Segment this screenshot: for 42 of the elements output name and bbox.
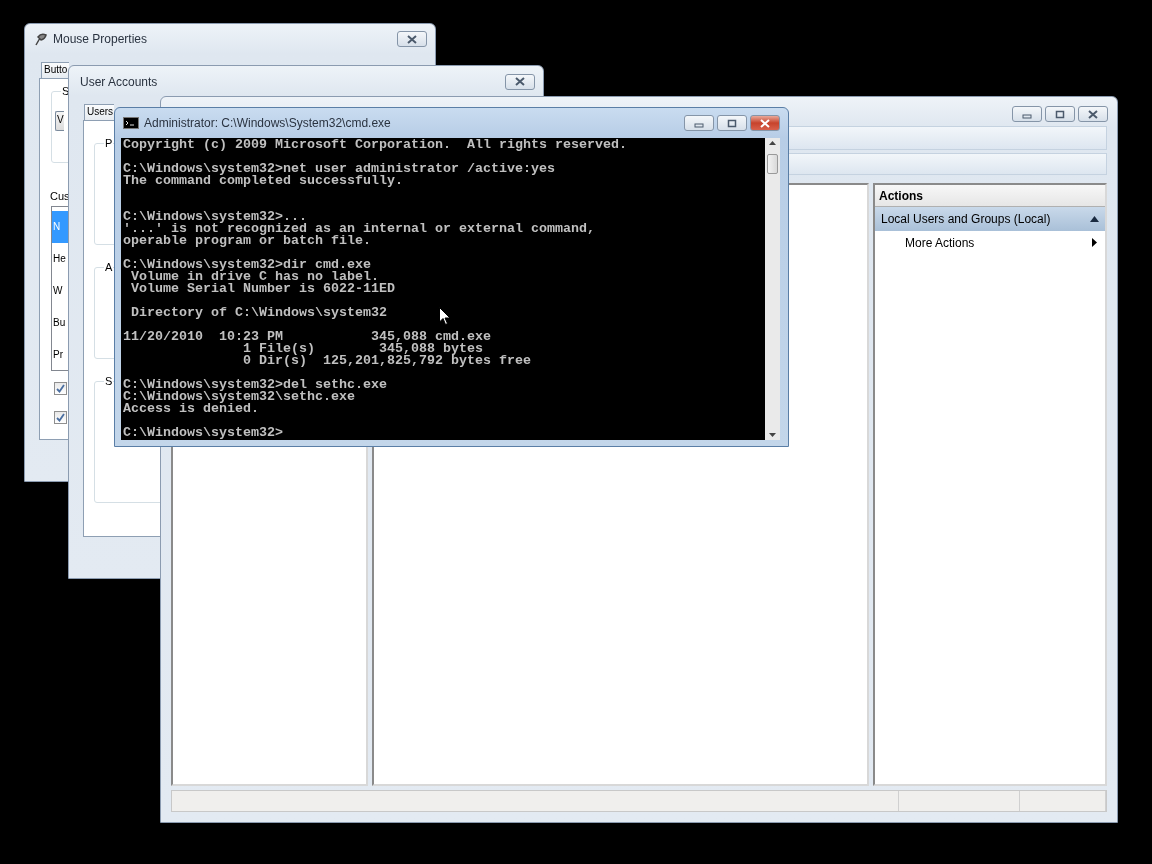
submenu-arrow-icon [1092,238,1097,247]
scrollbar[interactable] [765,138,780,440]
actions-header: Actions [875,185,1105,207]
checkbox[interactable] [54,382,67,395]
console-icon [123,117,139,129]
group-label: P [104,137,114,149]
group-label: S [104,375,114,387]
scroll-up-icon[interactable] [769,141,776,145]
dropdown[interactable]: V [55,111,64,131]
maximize-icon [726,118,738,128]
list-item[interactable]: Bu [52,306,68,339]
minimize-button[interactable] [684,115,714,131]
actions-section[interactable]: Local Users and Groups (Local) [875,207,1105,231]
list-item[interactable]: Pr [52,338,68,370]
scroll-thumb[interactable] [767,154,778,174]
group-label: A [104,261,114,273]
action-item[interactable]: More Actions [875,231,1105,254]
tab[interactable]: Users [84,104,114,120]
close-icon [1087,109,1099,119]
list-item[interactable]: He [52,242,68,275]
list-item[interactable]: W [52,274,68,307]
maximize-icon [1054,109,1066,119]
mouse-pointer-icon [439,307,451,326]
window-title: Administrator: C:\Windows\System32\cmd.exe [144,116,392,130]
console-output: Copyright (c) 2009 Microsoft Corporation. All rights reserved. C:\Windows\system32>net user administrator /active:yes The command completed successfully. C:\Windows\system32>... '...' is not recognized as an internal or external command, operable program or batch file. C:\Windows\system32>dir cmd.exe Volume in drive C has no label. Volume Serial Number is 6022-11ED Directory of C:\Windows\system32 11/20/2010 10:23 PM 345,088 cmd.exe 1 File(s) 345,088 bytes 0 Dir(s) 125,201,825,792 bytes free C:\Windows\system32>del sethc.exe C:\Windows\system32\sethc.exe Access is denied. C:\Windows\system32> [121,138,765,440]
window-title: Mouse Properties [53,32,149,46]
close-button[interactable] [1078,106,1108,122]
close-button[interactable] [750,115,780,131]
close-icon [406,34,418,44]
close-icon [514,77,526,86]
maximize-button[interactable] [717,115,747,131]
maximize-button[interactable] [1045,106,1075,122]
collapse-icon [1090,216,1099,222]
close-button[interactable] [505,73,535,90]
list-label: Cus [50,190,71,202]
minimize-button[interactable] [1012,106,1042,122]
close-icon [759,118,771,128]
checkbox[interactable] [54,411,67,424]
tab[interactable]: Butto [41,62,69,78]
window-title: User Accounts [80,74,159,89]
scroll-down-icon[interactable] [769,433,776,437]
close-button[interactable] [397,31,427,47]
